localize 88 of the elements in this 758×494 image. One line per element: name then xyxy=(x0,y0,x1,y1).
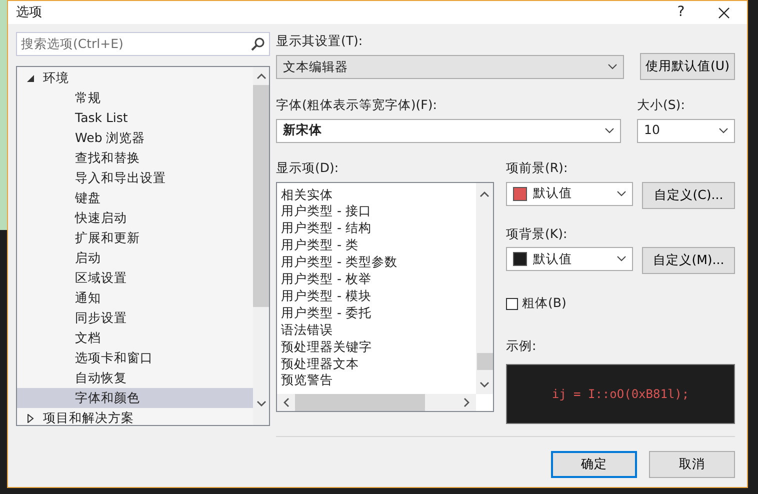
field-label: 大小(S): xyxy=(637,96,686,114)
tree-item[interactable]: 导入和导出设置 xyxy=(17,168,253,188)
tree-item[interactable]: 文档 xyxy=(17,328,253,348)
chevron-down-icon xyxy=(608,64,617,70)
tree-item-label: 项目和解决方案 xyxy=(43,408,134,426)
tree-item-label: 启动 xyxy=(75,248,101,267)
search-icon xyxy=(251,37,265,52)
tree-item-label: 导入和导出设置 xyxy=(75,168,166,187)
tree-item[interactable]: 快速启动 xyxy=(17,208,253,228)
field-label: 项背景(K): xyxy=(506,224,568,243)
field-label: 显示项(D): xyxy=(276,158,340,177)
tree-item[interactable]: 扩展和更新 xyxy=(17,228,253,248)
bold-checkbox[interactable]: 粗体(B) xyxy=(506,294,566,314)
tree-item[interactable]: 项目和解决方案 xyxy=(17,408,253,426)
scroll-up-icon xyxy=(256,73,266,80)
tree-item[interactable]: Task List xyxy=(17,108,253,128)
tree-item[interactable]: 启动 xyxy=(17,248,253,268)
tree-item-label: 区域设置 xyxy=(75,268,127,287)
list-item[interactable]: 用户类型 - 委托 xyxy=(277,304,476,322)
tree-item-label: 选项卡和窗口 xyxy=(75,348,153,367)
scroll-left-icon xyxy=(283,398,289,407)
tree-item[interactable]: Web 浏览器 xyxy=(17,128,253,148)
tree-item-label: 自动恢复 xyxy=(75,368,127,387)
list-item[interactable]: 相关实体 xyxy=(277,186,476,204)
color-dropdown[interactable]: 默认值 xyxy=(506,247,633,272)
list-item[interactable]: 用户类型 - 类型参数 xyxy=(277,254,476,272)
help-button[interactable]: ? xyxy=(661,2,701,24)
chevron-down-icon xyxy=(617,256,626,262)
window-title: 选项 xyxy=(16,4,43,22)
scrollbar-thumb[interactable] xyxy=(253,85,269,308)
color-dropdown[interactable]: 默认值 xyxy=(506,182,633,206)
tree-item[interactable]: 常规 xyxy=(17,88,253,108)
use-defaults-button[interactable]: 使用默认值(U) xyxy=(640,53,735,80)
tree-item[interactable]: 自动恢复 xyxy=(17,368,253,388)
tree-item[interactable]: 选项卡和窗口 xyxy=(17,348,253,368)
scroll-right-icon xyxy=(464,398,470,407)
list-item[interactable]: 预处理器文本 xyxy=(277,356,476,372)
ok-button[interactable]: 确定 xyxy=(551,450,637,478)
list-item[interactable]: 用户类型 - 枚举 xyxy=(277,271,476,288)
tree-item[interactable]: 区域设置 xyxy=(17,268,253,288)
tree-item[interactable]: 键盘 xyxy=(17,188,253,208)
scroll-down-icon xyxy=(480,382,489,388)
tree-item-label: 键盘 xyxy=(75,188,101,207)
tree-item-label: 同步设置 xyxy=(75,308,127,327)
list-item[interactable]: 预览警告 xyxy=(277,372,476,390)
scroll-down-icon xyxy=(256,401,266,408)
tree-item[interactable]: 字体和颜色 xyxy=(17,388,253,408)
tree-item[interactable]: 同步设置 xyxy=(17,308,253,328)
tree-item-label: Web 浏览器 xyxy=(75,128,146,147)
sample-text: ij = I::oO(0xB81l); xyxy=(552,386,690,403)
tree-item-label: 扩展和更新 xyxy=(75,228,140,247)
tree-item-label: 查找和替换 xyxy=(75,148,140,167)
expanded-triangle-icon xyxy=(27,74,34,82)
list-item[interactable]: 语法错误 xyxy=(277,322,476,339)
list-item[interactable]: 用户类型 - 结构 xyxy=(277,220,476,238)
tree-item-label: Task List xyxy=(75,108,128,127)
tree-item-label: 文档 xyxy=(75,328,101,347)
field-label: 示例: xyxy=(506,337,538,356)
tree-item[interactable]: 通知 xyxy=(17,288,253,308)
chevron-down-icon xyxy=(719,128,728,134)
font-dropdown[interactable]: 新宋体 xyxy=(276,118,621,143)
cancel-button[interactable]: 取消 xyxy=(649,450,735,478)
tree-item-label: 通知 xyxy=(75,288,101,307)
tree-item[interactable]: 环境 xyxy=(17,68,253,88)
list-item[interactable]: 预处理器关键字 xyxy=(277,338,476,356)
settings-dropdown[interactable]: 文本编辑器 xyxy=(276,55,624,80)
size-dropdown[interactable]: 10 xyxy=(637,118,735,143)
tree-item-label: 常规 xyxy=(75,88,101,107)
list-item[interactable]: 用户类型 - 类 xyxy=(277,237,476,254)
field-label: 项前景(R): xyxy=(506,158,569,177)
customize-button[interactable]: 自定义(C)... xyxy=(642,182,735,209)
scrollbar-thumb[interactable] xyxy=(476,352,492,370)
customize-button[interactable]: 自定义(M)... xyxy=(642,247,735,274)
tree-item-label: 快速启动 xyxy=(75,208,127,227)
tree-item-label: 环境 xyxy=(43,68,69,87)
field-label: 显示其设置(T): xyxy=(276,32,364,50)
list-item[interactable]: 用户类型 - 模块 xyxy=(277,288,476,305)
tree-item-label: 字体和颜色 xyxy=(75,388,140,407)
chevron-down-icon xyxy=(605,128,614,134)
close-icon xyxy=(718,6,730,19)
tree-item[interactable]: 查找和替换 xyxy=(17,148,253,168)
collapsed-triangle-icon xyxy=(27,414,34,423)
field-label: 字体(粗体表示等宽字体)(F): xyxy=(276,96,438,114)
scrollbar-thumb[interactable] xyxy=(295,394,425,411)
list-item[interactable]: 用户类型 - 接口 xyxy=(277,203,476,220)
scroll-up-icon xyxy=(480,190,489,197)
search-field[interactable]: 搜索选项(Ctrl+E) xyxy=(16,32,270,56)
chevron-down-icon xyxy=(617,190,626,197)
